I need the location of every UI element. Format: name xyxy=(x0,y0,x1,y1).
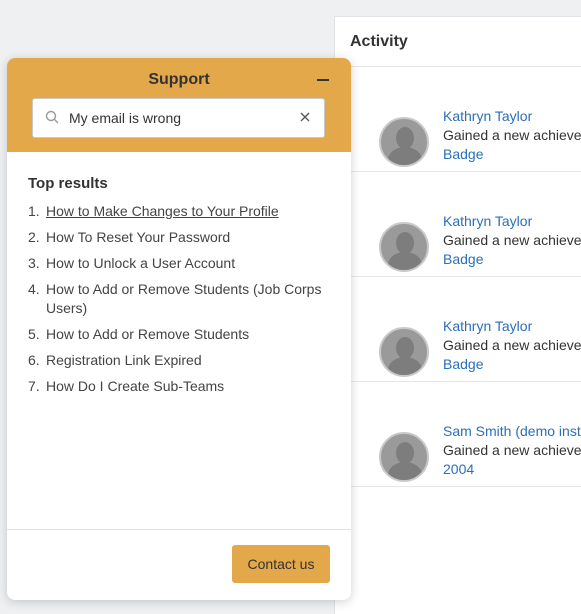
result-number: 3. xyxy=(28,255,40,271)
activity-badge-link[interactable]: 2004 xyxy=(443,460,581,479)
result-number: 4. xyxy=(28,281,40,297)
activity-description: Gained a new achiever xyxy=(443,232,581,248)
user-avatar-icon[interactable] xyxy=(379,327,429,377)
activity-title: Activity xyxy=(335,17,581,67)
results-list: 1. How to Make Changes to Your Profile 2… xyxy=(28,202,338,396)
result-link[interactable]: How Do I Create Sub-Teams xyxy=(46,378,224,394)
activity-badge-link[interactable]: Badge xyxy=(443,250,581,269)
result-link[interactable]: How to Add or Remove Students (Job Corps… xyxy=(46,281,321,316)
user-avatar-icon[interactable] xyxy=(379,117,429,167)
activity-user-link[interactable]: Kathryn Taylor xyxy=(443,107,581,126)
activity-badge-link[interactable]: Badge xyxy=(443,145,581,164)
support-widget: Support Top results 1. How to Make Chang… xyxy=(7,58,351,600)
activity-description: Gained a new achiever xyxy=(443,127,581,143)
activity-badge-link[interactable]: Badge xyxy=(443,355,581,374)
result-item: 2. How To Reset Your Password xyxy=(28,228,338,247)
result-link[interactable]: How to Unlock a User Account xyxy=(46,255,235,271)
result-item: 1. How to Make Changes to Your Profile xyxy=(28,202,338,221)
search-input[interactable] xyxy=(69,107,289,129)
results-heading: Top results xyxy=(28,175,108,192)
result-item: 3. How to Unlock a User Account xyxy=(28,254,338,273)
result-number: 5. xyxy=(28,326,40,342)
activity-item: Kathryn Taylor Gained a new achiever Bad… xyxy=(335,277,581,382)
activity-user-link[interactable]: Sam Smith (demo instr xyxy=(443,422,581,441)
search-box xyxy=(32,98,325,138)
result-number: 6. xyxy=(28,352,40,368)
activity-item: Kathryn Taylor Gained a new achiever Bad… xyxy=(335,67,581,172)
activity-description: Gained a new achiever xyxy=(443,442,581,458)
result-number: 2. xyxy=(28,229,40,245)
activity-description: Gained a new achiever xyxy=(443,337,581,353)
user-avatar-icon[interactable] xyxy=(379,432,429,482)
result-item: 7. How Do I Create Sub-Teams xyxy=(28,377,338,396)
minimize-icon[interactable] xyxy=(317,79,329,81)
support-footer: Contact us xyxy=(7,529,351,600)
activity-user-link[interactable]: Kathryn Taylor xyxy=(443,317,581,336)
activity-item: Kathryn Taylor Gained a new achiever Bad… xyxy=(335,172,581,277)
close-icon[interactable] xyxy=(298,110,312,124)
search-icon xyxy=(45,110,59,124)
result-number: 1. xyxy=(28,203,40,219)
user-avatar-icon[interactable] xyxy=(379,222,429,272)
result-link[interactable]: Registration Link Expired xyxy=(46,352,202,368)
result-link[interactable]: How to Add or Remove Students xyxy=(46,326,249,342)
results-section: Top results 1. How to Make Changes to Yo… xyxy=(28,175,338,403)
support-header: Support xyxy=(7,58,351,152)
result-link[interactable]: How To Reset Your Password xyxy=(46,229,230,245)
activity-item: Sam Smith (demo instr Gained a new achie… xyxy=(335,382,581,487)
result-item: 6. Registration Link Expired xyxy=(28,351,338,370)
result-link[interactable]: How to Make Changes to Your Profile xyxy=(46,203,279,219)
activity-user-link[interactable]: Kathryn Taylor xyxy=(443,212,581,231)
result-item: 5. How to Add or Remove Students xyxy=(28,325,338,344)
activity-panel: Activity Kathryn Taylor Gained a new ach… xyxy=(334,16,581,614)
result-number: 7. xyxy=(28,378,40,394)
result-item: 4. How to Add or Remove Students (Job Co… xyxy=(28,280,338,318)
support-title: Support xyxy=(148,71,210,88)
contact-us-button[interactable]: Contact us xyxy=(232,545,330,583)
